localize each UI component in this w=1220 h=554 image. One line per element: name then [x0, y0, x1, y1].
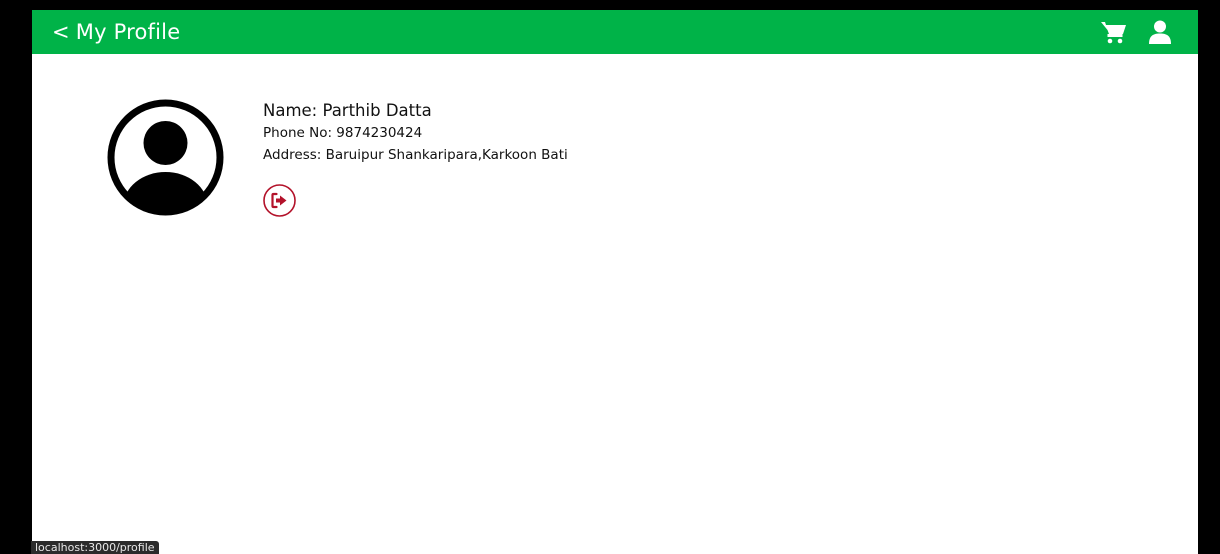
browser-status-bar: localhost:3000/profile — [31, 541, 159, 554]
user-icon[interactable] — [1146, 18, 1174, 46]
profile-address: Address: Baruipur Shankaripara,Karkoon B… — [263, 147, 568, 163]
logout-button[interactable] — [263, 184, 296, 217]
profile-name: Name: Parthib Datta — [263, 101, 432, 120]
profile-info: Name: Parthib Datta Phone No: 9874230424… — [263, 100, 568, 166]
page-frame: < My Profile Name: Parthib Datta Phone N… — [32, 10, 1198, 554]
page-title: My Profile — [75, 20, 181, 44]
status-url: localhost:3000/profile — [35, 541, 155, 554]
app-header: < My Profile — [32, 10, 1198, 54]
cart-icon[interactable] — [1100, 18, 1128, 46]
back-to-previous-link[interactable]: < My Profile — [52, 20, 180, 44]
header-icons — [1100, 18, 1174, 46]
profile-phone: Phone No: 9874230424 — [263, 125, 423, 141]
user-circle-icon — [107, 99, 224, 216]
sign-out-icon — [263, 184, 296, 217]
profile-avatar — [102, 94, 229, 221]
back-chevron-icon: < — [52, 20, 70, 44]
